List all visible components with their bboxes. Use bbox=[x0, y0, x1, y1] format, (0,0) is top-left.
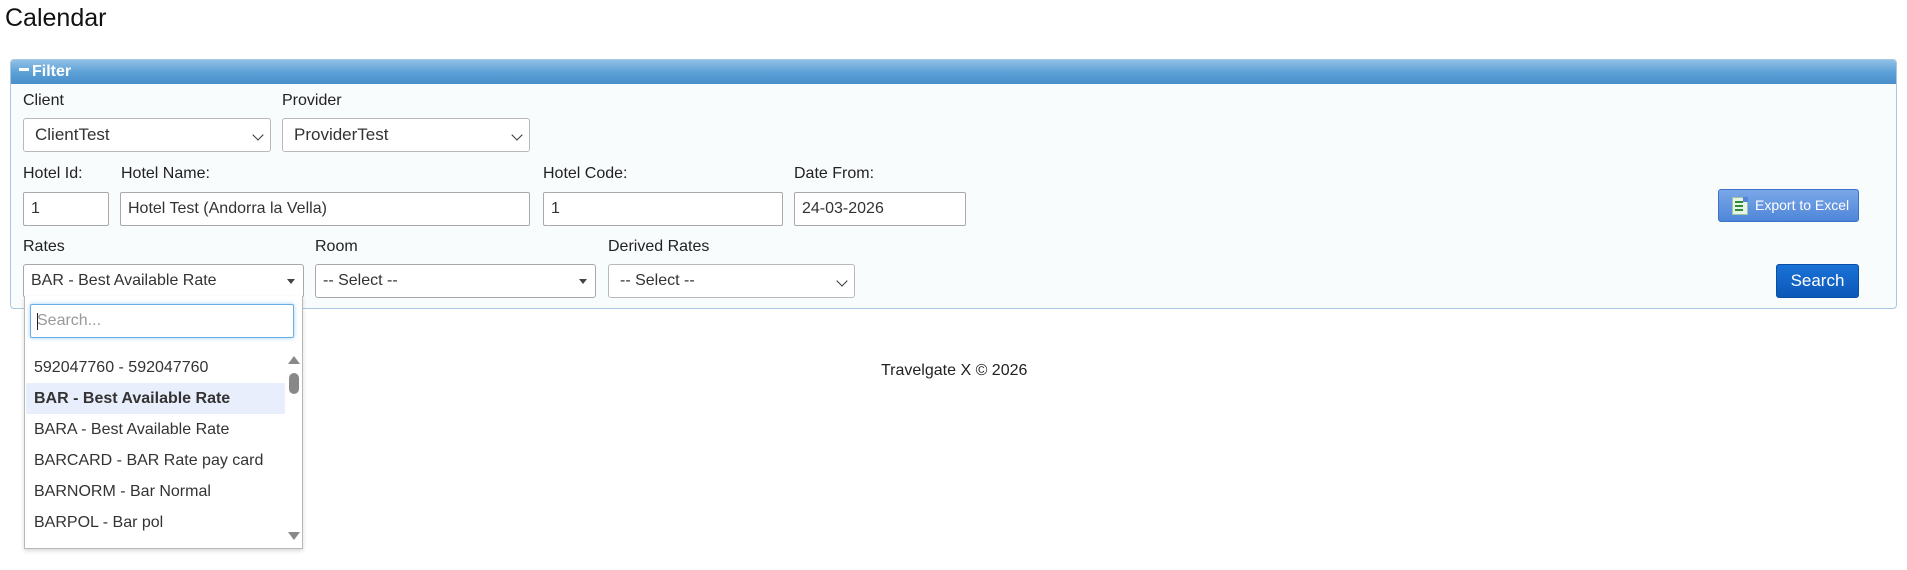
hotel-code-label: Hotel Code: bbox=[543, 165, 628, 182]
search-button[interactable]: Search bbox=[1776, 264, 1859, 298]
caret-down-icon bbox=[579, 279, 587, 284]
derived-rates-select-value: -- Select -- bbox=[620, 272, 695, 289]
text-cursor bbox=[37, 313, 38, 330]
scrollbar-thumb[interactable] bbox=[289, 373, 299, 394]
hotel-code-input[interactable]: 1 bbox=[543, 192, 783, 226]
provider-select[interactable]: ProviderTest bbox=[282, 118, 530, 152]
dropdown-option[interactable]: BARA - Best Available Rate bbox=[26, 414, 285, 445]
date-from-input[interactable]: 24-03-2026 bbox=[794, 192, 966, 226]
client-label: Client bbox=[23, 92, 64, 109]
chevron-down-icon bbox=[252, 129, 264, 141]
dropdown-option[interactable]: BARPOL - Bar pol bbox=[26, 507, 285, 538]
rates-label: Rates bbox=[23, 238, 65, 255]
room-label: Room bbox=[315, 238, 358, 255]
date-from-label: Date From: bbox=[794, 165, 875, 182]
page-title: Calendar bbox=[5, 4, 107, 32]
client-select[interactable]: ClientTest bbox=[23, 118, 271, 152]
dropdown-option[interactable]: BARNORM - Bar Normal bbox=[26, 476, 285, 507]
dropdown-option[interactable]: BARCARD - BAR Rate pay card bbox=[26, 445, 285, 476]
derived-rates-select[interactable]: -- Select -- bbox=[608, 264, 855, 298]
dropdown-option-selected[interactable]: BAR - Best Available Rate bbox=[26, 383, 285, 414]
room-select-value: -- Select -- bbox=[323, 272, 398, 289]
hotel-id-label: Hotel Id: bbox=[23, 165, 83, 182]
rates-select[interactable]: BAR - Best Available Rate bbox=[23, 264, 304, 298]
collapse-minus-icon[interactable] bbox=[19, 68, 29, 72]
filter-header[interactable]: Filter bbox=[11, 60, 1896, 84]
hotel-id-input[interactable]: 1 bbox=[23, 192, 109, 226]
provider-select-value: ProviderTest bbox=[294, 125, 389, 144]
footer-text: Travelgate X © 2026 bbox=[881, 362, 1028, 379]
caret-down-icon bbox=[287, 279, 295, 284]
rates-select-value: BAR - Best Available Rate bbox=[31, 272, 217, 289]
excel-icon bbox=[1732, 197, 1748, 215]
export-button-label: Export to Excel bbox=[1755, 197, 1850, 213]
dropdown-scrollbar[interactable] bbox=[286, 352, 300, 542]
scroll-up-arrow-icon[interactable] bbox=[288, 356, 300, 364]
chevron-down-icon bbox=[511, 129, 523, 141]
chevron-down-icon bbox=[836, 275, 848, 287]
scroll-down-arrow-icon[interactable] bbox=[288, 532, 300, 540]
dropdown-options-list: 592047760 - 592047760 BAR - Best Availab… bbox=[26, 352, 285, 538]
hotel-name-input[interactable]: Hotel Test (Andorra la Vella) bbox=[120, 192, 530, 226]
provider-label: Provider bbox=[282, 92, 342, 109]
client-select-value: ClientTest bbox=[35, 125, 110, 144]
export-to-excel-button[interactable]: Export to Excel bbox=[1718, 189, 1859, 222]
dropdown-search-input[interactable]: Search... bbox=[30, 304, 294, 338]
rates-dropdown: Search... 592047760 - 592047760 BAR - Be… bbox=[24, 296, 303, 549]
hotel-name-label: Hotel Name: bbox=[121, 165, 210, 182]
filter-header-label: Filter bbox=[32, 63, 72, 80]
dropdown-option[interactable]: 592047760 - 592047760 bbox=[26, 352, 285, 383]
room-select[interactable]: -- Select -- bbox=[315, 264, 596, 298]
dropdown-search-placeholder: Search... bbox=[37, 312, 102, 329]
derived-rates-label: Derived Rates bbox=[608, 238, 710, 255]
